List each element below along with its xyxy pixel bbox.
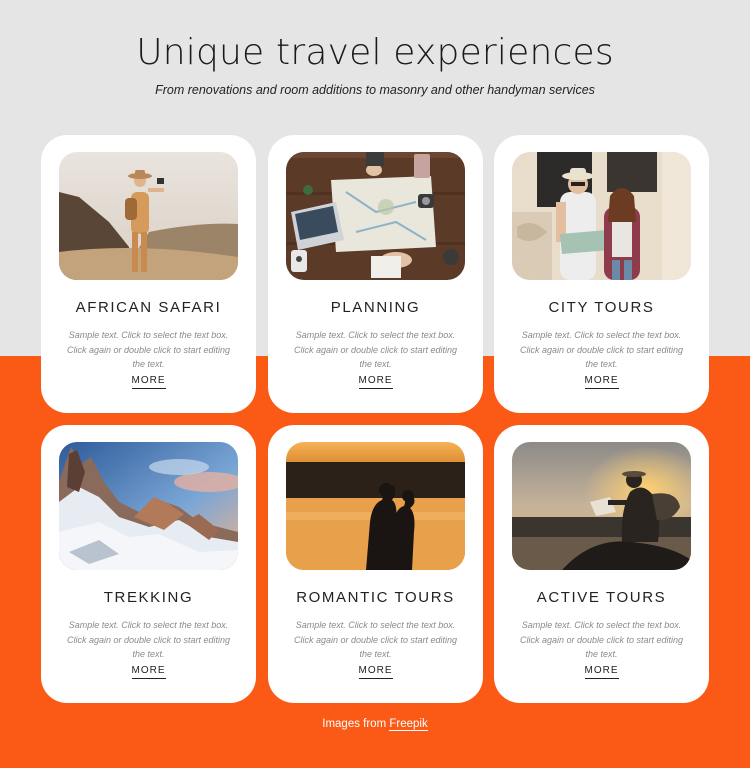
- more-link[interactable]: MORE: [131, 665, 166, 679]
- card-text[interactable]: Sample text. Click to select the text bo…: [290, 618, 461, 662]
- trekking-image[interactable]: [59, 442, 238, 570]
- more-link[interactable]: MORE: [584, 665, 619, 679]
- card-title: CITY TOURS: [548, 299, 655, 316]
- credit-prefix: Images from: [322, 718, 387, 730]
- page-title: Unique travel experiences: [136, 32, 614, 73]
- city-tours-image[interactable]: [512, 152, 691, 280]
- card-text[interactable]: Sample text. Click to select the text bo…: [516, 328, 687, 372]
- card-text[interactable]: Sample text. Click to select the text bo…: [516, 618, 687, 662]
- card-title: AFRICAN SAFARI: [75, 299, 222, 316]
- card-romantic-tours: ROMANTIC TOURS Sample text. Click to sel…: [268, 425, 483, 703]
- more-link[interactable]: MORE: [358, 375, 393, 389]
- card-text[interactable]: Sample text. Click to select the text bo…: [290, 328, 461, 372]
- page-subtitle: From renovations and room additions to m…: [155, 83, 595, 97]
- card-active-tours: ACTIVE TOURS Sample text. Click to selec…: [494, 425, 709, 703]
- active-tours-image[interactable]: [512, 442, 691, 570]
- card-african-safari: AFRICAN SAFARI Sample text. Click to sel…: [41, 135, 256, 413]
- card-title: TREKKING: [103, 589, 194, 606]
- card-trekking: TREKKING Sample text. Click to select th…: [41, 425, 256, 703]
- more-link[interactable]: MORE: [131, 375, 166, 389]
- romantic-tours-image[interactable]: [286, 442, 465, 570]
- more-link[interactable]: MORE: [358, 665, 393, 679]
- planning-image[interactable]: [286, 152, 465, 280]
- card-text[interactable]: Sample text. Click to select the text bo…: [63, 328, 234, 372]
- card-title: ROMANTIC TOURS: [296, 589, 455, 606]
- freepik-link[interactable]: Freepik: [389, 718, 428, 731]
- african-safari-image[interactable]: [59, 152, 238, 280]
- card-planning: PLANNING Sample text. Click to select th…: [268, 135, 483, 413]
- image-credit: Images from Freepik: [0, 718, 750, 731]
- more-link[interactable]: MORE: [584, 375, 619, 389]
- card-title: ACTIVE TOURS: [536, 589, 667, 606]
- card-text[interactable]: Sample text. Click to select the text bo…: [63, 618, 234, 662]
- card-city-tours: CITY TOURS Sample text. Click to select …: [494, 135, 709, 413]
- card-title: PLANNING: [330, 299, 421, 316]
